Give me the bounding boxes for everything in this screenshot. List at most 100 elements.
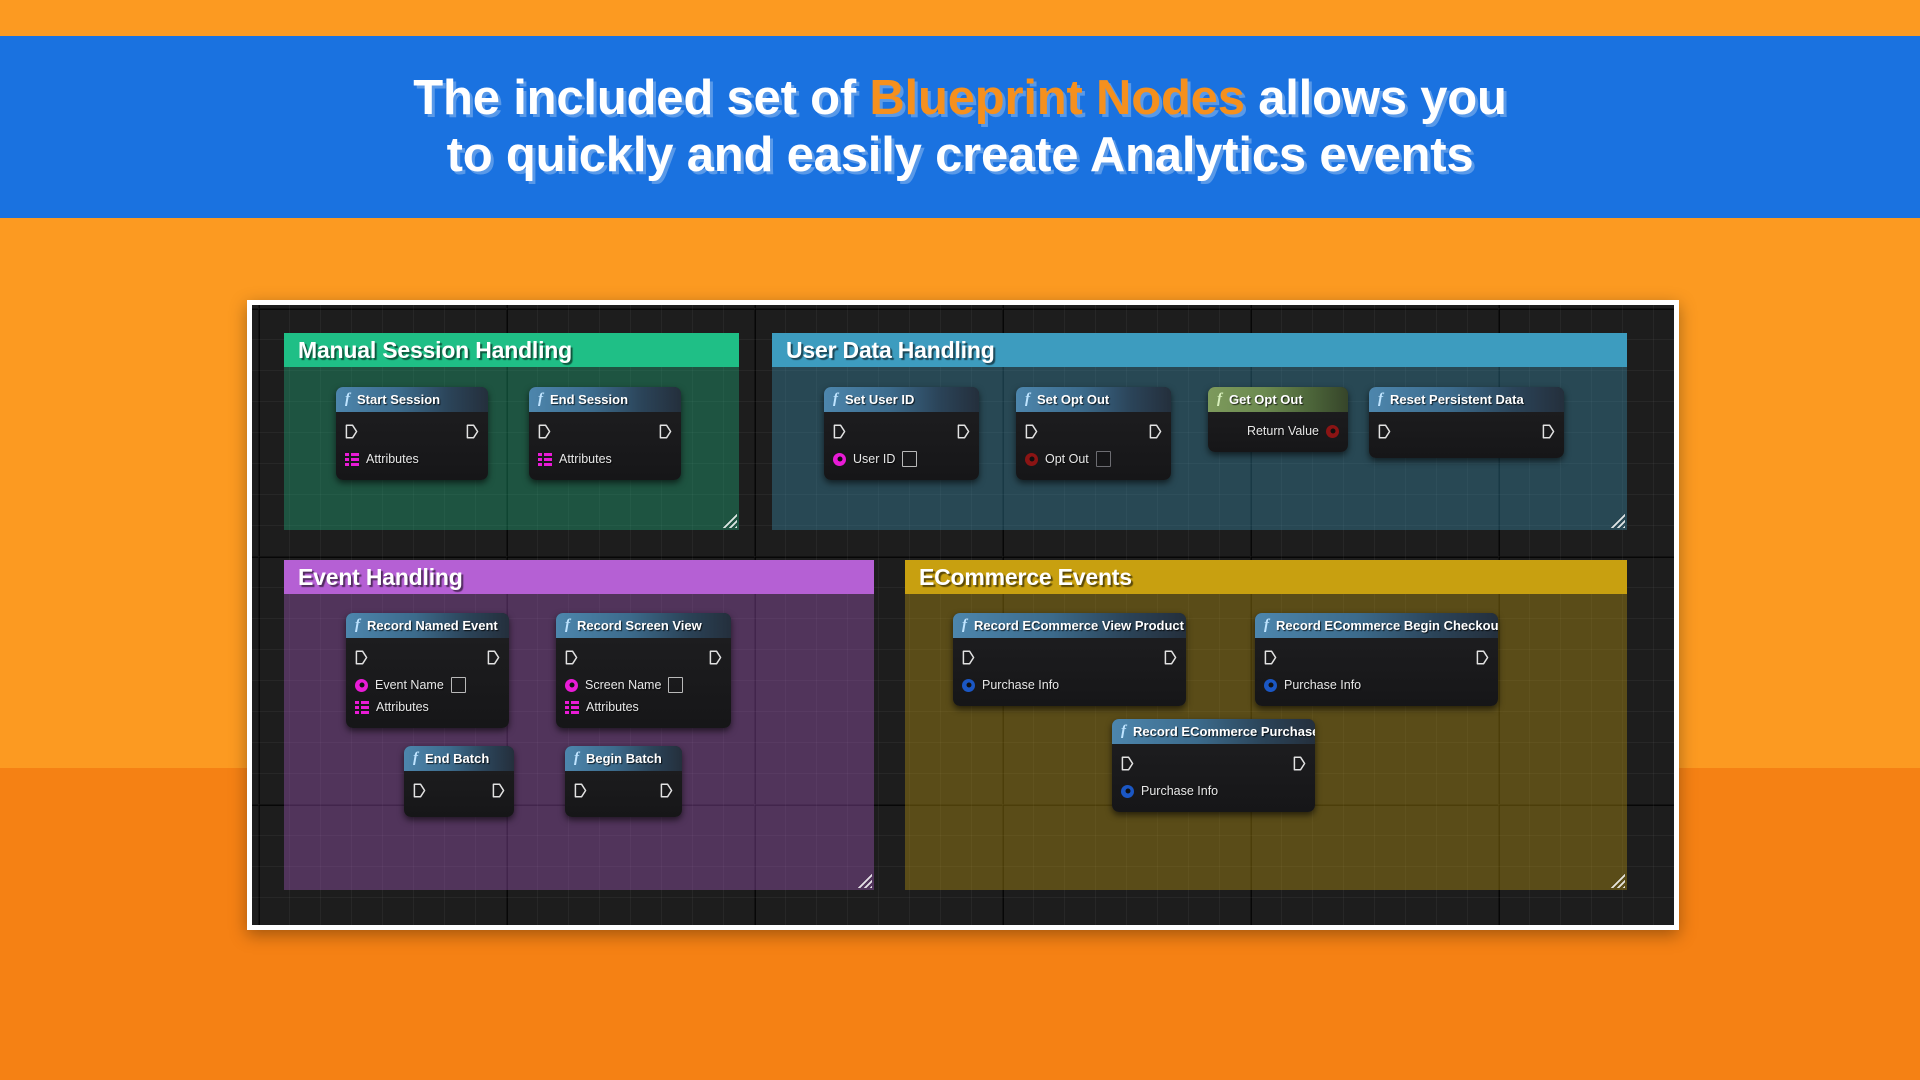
array-pin-icon[interactable] (538, 452, 552, 466)
exec-pin-icon[interactable] (1121, 756, 1134, 771)
resize-grip-handle[interactable] (1609, 872, 1625, 888)
blueprint-node[interactable]: f End Batch (404, 746, 514, 817)
node-header[interactable]: f Record ECommerce View Product (953, 613, 1186, 638)
exec-pin-icon[interactable] (1149, 424, 1162, 439)
exec-pin-icon[interactable] (1025, 424, 1038, 439)
exec-pin-row (529, 420, 681, 442)
blueprint-node[interactable]: f Record Screen View Screen Name Attributes (556, 613, 731, 728)
exec-pin-icon[interactable] (574, 783, 587, 798)
exec-pin-icon[interactable] (413, 783, 426, 798)
exec-pin-icon[interactable] (1164, 650, 1177, 665)
node-header[interactable]: f Record ECommerce Begin Checkout (1255, 613, 1498, 638)
resize-grip-handle[interactable] (1609, 512, 1625, 528)
pin-label: Purchase Info (1284, 678, 1362, 692)
exec-pin-icon[interactable] (1293, 756, 1306, 771)
blueprint-node[interactable]: f Begin Batch (565, 746, 682, 817)
blueprint-node[interactable]: f End Session Attributes (529, 387, 681, 480)
node-body: Event Name Attributes (346, 638, 509, 728)
exec-pin-icon[interactable] (565, 650, 578, 665)
pin-spacer (565, 801, 682, 807)
node-header[interactable]: f Set User ID (824, 387, 979, 412)
exec-pin-row (556, 646, 731, 668)
blueprint-node[interactable]: f Set User ID User ID (824, 387, 979, 480)
comment-frame[interactable]: Event Handling f Record Named Event Event N… (284, 560, 874, 890)
exec-pin-row (404, 779, 514, 801)
exec-pin-icon[interactable] (1264, 650, 1277, 665)
blueprint-node[interactable]: f Record ECommerce View Product Purchase I… (953, 613, 1186, 706)
exec-pin-icon[interactable] (709, 650, 722, 665)
function-f-icon: f (345, 391, 350, 407)
pin-label: Screen Name (585, 678, 662, 692)
resize-grip-handle[interactable] (856, 872, 872, 888)
node-body (404, 771, 514, 817)
node-title: Record ECommerce Purchase (1133, 724, 1315, 739)
array-pin-icon[interactable] (565, 700, 579, 714)
data-pin-row: User ID (824, 448, 979, 470)
exec-pin-icon[interactable] (538, 424, 551, 439)
exec-pin-icon[interactable] (345, 424, 358, 439)
node-header[interactable]: f Record ECommerce Purchase (1112, 719, 1315, 744)
comment-body: f Set User ID User ID f Set Opt Out Opt Out f G… (772, 367, 1627, 530)
comment-frame[interactable]: ECommerce Events f Record ECommerce View P… (905, 560, 1627, 890)
data-pin-icon[interactable] (1025, 452, 1038, 466)
function-f-icon: f (833, 391, 838, 407)
array-pin-icon[interactable] (345, 452, 359, 466)
exec-pin-icon[interactable] (466, 424, 479, 439)
exec-pin-icon[interactable] (962, 650, 975, 665)
comment-frame[interactable]: User Data Handling f Set User ID User ID f Se… (772, 333, 1627, 530)
blueprint-node[interactable]: f Start Session Attributes (336, 387, 488, 480)
data-pin-row: Purchase Info (1112, 780, 1315, 802)
array-pin-icon[interactable] (355, 700, 369, 714)
pin-label: Event Name (375, 678, 444, 692)
blueprint-node[interactable]: f Reset Persistent Data (1369, 387, 1564, 458)
node-header[interactable]: f Start Session (336, 387, 488, 412)
node-header[interactable]: f Reset Persistent Data (1369, 387, 1564, 412)
blueprint-node[interactable]: f Set Opt Out Opt Out (1016, 387, 1171, 480)
blueprint-node[interactable]: f Record ECommerce Begin Checkout Purchase… (1255, 613, 1498, 706)
node-body: Purchase Info (1112, 744, 1315, 812)
data-pin-icon[interactable] (565, 678, 578, 692)
pin-value-input[interactable] (902, 451, 918, 467)
data-pin-icon[interactable] (1326, 424, 1339, 438)
resize-grip-handle[interactable] (721, 512, 737, 528)
pin-value-input[interactable] (450, 677, 466, 693)
function-f-icon: f (1025, 391, 1030, 407)
node-title: Reset Persistent Data (1390, 392, 1524, 407)
node-header[interactable]: f Get Opt Out (1208, 387, 1348, 412)
data-pin-icon[interactable] (833, 452, 846, 466)
node-header[interactable]: f Record Screen View (556, 613, 731, 638)
blueprint-node[interactable]: f Record Named Event Event Name Attributes (346, 613, 509, 728)
pin-spacer (1369, 442, 1564, 448)
exec-pin-icon[interactable] (492, 783, 505, 798)
node-header[interactable]: f End Batch (404, 746, 514, 771)
comment-frame[interactable]: Manual Session Handling f Start Session Att… (284, 333, 739, 530)
exec-pin-icon[interactable] (355, 650, 368, 665)
exec-pin-icon[interactable] (487, 650, 500, 665)
node-header[interactable]: f End Session (529, 387, 681, 412)
exec-pin-icon[interactable] (1476, 650, 1489, 665)
data-pin-row: Attributes (346, 696, 509, 718)
exec-pin-row (1112, 752, 1315, 774)
exec-pin-icon[interactable] (1378, 424, 1391, 439)
exec-pin-icon[interactable] (1542, 424, 1555, 439)
data-pin-icon[interactable] (962, 678, 975, 692)
pin-value-input[interactable] (1095, 451, 1111, 467)
function-f-icon: f (1217, 391, 1222, 407)
blueprint-node[interactable]: f Record ECommerce Purchase Purchase Info (1112, 719, 1315, 812)
data-pin-row: Attributes (556, 696, 731, 718)
exec-pin-icon[interactable] (957, 424, 970, 439)
data-pin-icon[interactable] (1121, 784, 1134, 798)
node-header[interactable]: f Set Opt Out (1016, 387, 1171, 412)
node-header[interactable]: f Record Named Event (346, 613, 509, 638)
exec-pin-icon[interactable] (660, 783, 673, 798)
exec-pin-icon[interactable] (659, 424, 672, 439)
blueprint-graph-canvas[interactable]: Manual Session Handling f Start Session Att… (252, 305, 1674, 925)
data-pin-icon[interactable] (1264, 678, 1277, 692)
exec-pin-icon[interactable] (833, 424, 846, 439)
function-f-icon: f (538, 391, 543, 407)
node-header[interactable]: f Begin Batch (565, 746, 682, 771)
blueprint-node[interactable]: f Get Opt Out Return Value (1208, 387, 1348, 452)
node-body: Purchase Info (1255, 638, 1498, 706)
pin-value-input[interactable] (668, 677, 684, 693)
data-pin-icon[interactable] (355, 678, 368, 692)
